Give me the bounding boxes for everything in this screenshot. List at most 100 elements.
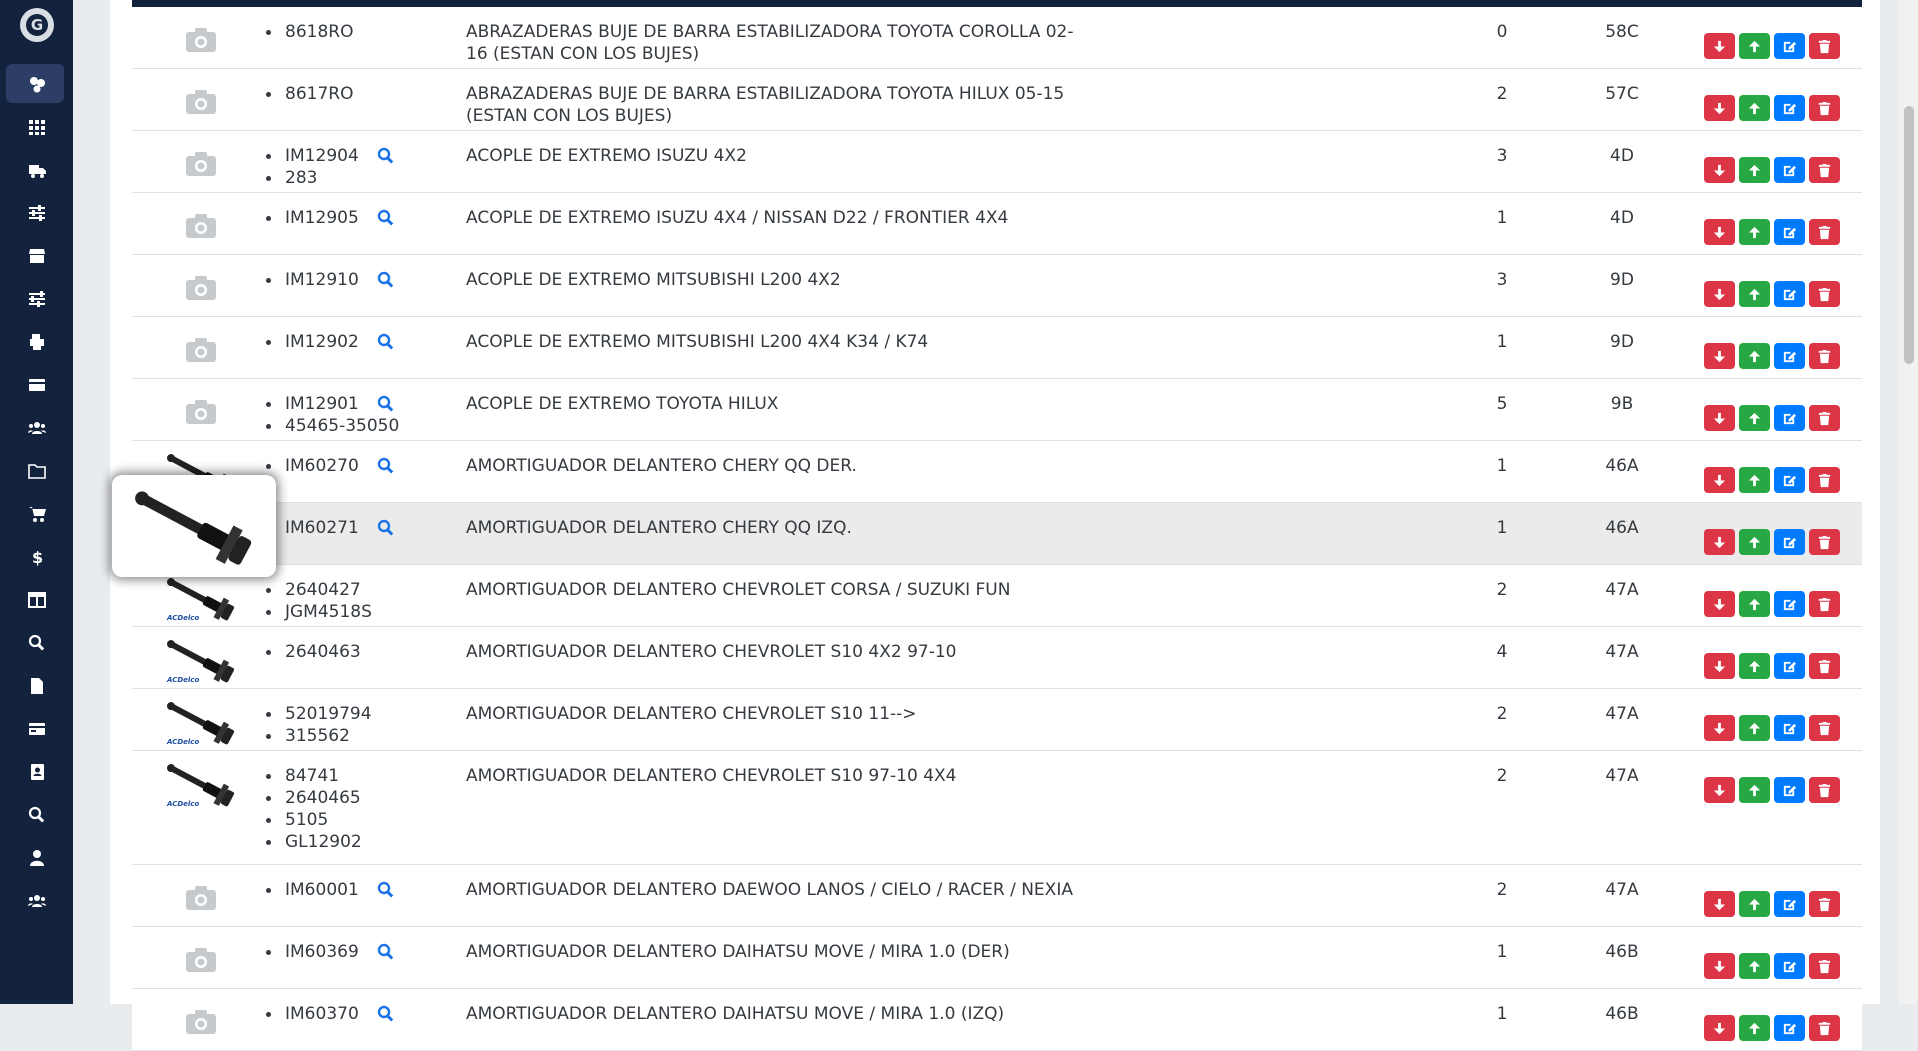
table-row[interactable]: IM12901 45465-35050 ACOPLE DE EXTREMO TOYO… <box>132 379 1862 441</box>
stock-out-button[interactable] <box>1704 777 1735 803</box>
edit-button[interactable] <box>1774 715 1805 741</box>
sidebar-item-search-alt[interactable] <box>0 793 73 836</box>
table-row[interactable]: ACDelco 2640463 AMORTIGUADOR DELANTERO CHE… <box>132 627 1862 689</box>
edit-button[interactable] <box>1774 95 1805 121</box>
stock-in-button[interactable] <box>1739 891 1770 917</box>
product-thumbnail[interactable] <box>160 15 242 65</box>
sidebar-item-grid[interactable] <box>0 105 73 148</box>
stock-in-button[interactable] <box>1739 953 1770 979</box>
edit-button[interactable] <box>1774 1015 1805 1041</box>
product-thumbnail[interactable] <box>160 201 242 251</box>
table-row[interactable]: ACDelco 52019794 315562 AMORTIGUADOR DELANT… <box>132 689 1862 751</box>
product-thumbnail[interactable] <box>160 139 242 189</box>
product-thumbnail[interactable] <box>160 77 242 127</box>
table-row[interactable]: 8617RO ABRAZADERAS BUJE DE BARRA ESTABILI… <box>132 69 1862 131</box>
search-icon[interactable] <box>377 1005 395 1023</box>
edit-button[interactable] <box>1774 157 1805 183</box>
edit-button[interactable] <box>1774 219 1805 245</box>
table-row[interactable]: IM60001 AMORTIGUADOR DELANTERO DAEWOO LAN… <box>132 865 1862 927</box>
product-thumbnail[interactable] <box>160 325 242 375</box>
stock-in-button[interactable] <box>1739 343 1770 369</box>
sidebar-item-cart[interactable] <box>0 492 73 535</box>
table-row[interactable]: ACDelcoIM60270AMORTIGUADOR DELANTERO CHE… <box>132 441 1862 503</box>
product-thumbnail[interactable]: ACDelco <box>160 759 242 809</box>
edit-button[interactable] <box>1774 953 1805 979</box>
stock-out-button[interactable] <box>1704 405 1735 431</box>
stock-out-button[interactable] <box>1704 219 1735 245</box>
search-icon[interactable] <box>377 271 395 289</box>
delete-button[interactable] <box>1809 33 1840 59</box>
table-row[interactable]: ACDelco 84741 2640465 5105 GL12902 AMORTIGUAD… <box>132 751 1862 865</box>
delete-button[interactable] <box>1809 591 1840 617</box>
sidebar-item-dollar[interactable]: $ <box>0 535 73 578</box>
search-icon[interactable] <box>377 333 395 351</box>
product-thumbnail[interactable] <box>160 935 242 985</box>
stock-in-button[interactable] <box>1739 219 1770 245</box>
sidebar-item-search[interactable] <box>0 621 73 664</box>
logo[interactable]: G <box>20 8 54 42</box>
delete-button[interactable] <box>1809 653 1840 679</box>
stock-in-button[interactable] <box>1739 33 1770 59</box>
sidebar-item-users[interactable] <box>0 406 73 449</box>
stock-in-button[interactable] <box>1739 157 1770 183</box>
stock-out-button[interactable] <box>1704 591 1735 617</box>
delete-button[interactable] <box>1809 777 1840 803</box>
product-thumbnail[interactable] <box>160 387 242 437</box>
stock-out-button[interactable] <box>1704 343 1735 369</box>
search-icon[interactable] <box>377 457 395 475</box>
edit-button[interactable] <box>1774 281 1805 307</box>
stock-in-button[interactable] <box>1739 95 1770 121</box>
table-row[interactable]: IM60370 AMORTIGUADOR DELANTERO DAIHATSU M… <box>132 989 1862 1051</box>
sidebar-item-sliders[interactable] <box>0 191 73 234</box>
stock-out-button[interactable] <box>1704 467 1735 493</box>
sidebar-item-folder[interactable] <box>0 449 73 492</box>
edit-button[interactable] <box>1774 591 1805 617</box>
stock-out-button[interactable] <box>1704 95 1735 121</box>
delete-button[interactable] <box>1809 95 1840 121</box>
stock-in-button[interactable] <box>1739 281 1770 307</box>
stock-in-button[interactable] <box>1739 715 1770 741</box>
delete-button[interactable] <box>1809 157 1840 183</box>
sidebar-item-user[interactable] <box>0 836 73 879</box>
stock-in-button[interactable] <box>1739 1015 1770 1041</box>
table-row[interactable]: IM60369 AMORTIGUADOR DELANTERO DAIHATSU M… <box>132 927 1862 989</box>
edit-button[interactable] <box>1774 33 1805 59</box>
sidebar-item-address-book[interactable] <box>0 750 73 793</box>
delete-button[interactable] <box>1809 281 1840 307</box>
delete-button[interactable] <box>1809 715 1840 741</box>
table-row[interactable]: IM12902 ACOPLE DE EXTREMO MITSUBISHI L200… <box>132 317 1862 379</box>
delete-button[interactable] <box>1809 953 1840 979</box>
sidebar-item-sliders-alt[interactable] <box>0 277 73 320</box>
stock-in-button[interactable] <box>1739 467 1770 493</box>
search-icon[interactable] <box>377 943 395 961</box>
edit-button[interactable] <box>1774 467 1805 493</box>
table-row[interactable]: ACDelcoIM60271AMORTIGUADOR DELANTERO CHE… <box>132 503 1862 565</box>
table-row[interactable]: ACDelco 2640427 JGM4518S AMORTIGUADOR DELAN… <box>132 565 1862 627</box>
search-icon[interactable] <box>377 147 395 165</box>
delete-button[interactable] <box>1809 529 1840 555</box>
edit-button[interactable] <box>1774 405 1805 431</box>
table-row[interactable]: 8618RO ABRAZADERAS BUJE DE BARRA ESTABILI… <box>132 7 1862 69</box>
product-thumbnail[interactable]: ACDelco <box>160 697 242 747</box>
search-icon[interactable] <box>377 395 395 413</box>
stock-out-button[interactable] <box>1704 157 1735 183</box>
sidebar-item-table[interactable] <box>0 578 73 621</box>
sidebar-item-card[interactable] <box>0 363 73 406</box>
product-thumbnail[interactable]: ACDelco <box>160 573 242 623</box>
sidebar-item-card-alt[interactable] <box>0 707 73 750</box>
sidebar-item-store[interactable] <box>0 234 73 277</box>
stock-out-button[interactable] <box>1704 281 1735 307</box>
scrollbar-thumb[interactable] <box>1904 106 1914 364</box>
stock-out-button[interactable] <box>1704 1015 1735 1041</box>
stock-in-button[interactable] <box>1739 405 1770 431</box>
edit-button[interactable] <box>1774 891 1805 917</box>
stock-out-button[interactable] <box>1704 891 1735 917</box>
delete-button[interactable] <box>1809 467 1840 493</box>
stock-out-button[interactable] <box>1704 953 1735 979</box>
product-thumbnail[interactable]: ACDelco <box>160 635 242 685</box>
sidebar-item-users-alt[interactable] <box>0 879 73 922</box>
product-thumbnail[interactable] <box>160 873 242 923</box>
search-icon[interactable] <box>377 881 395 899</box>
table-row[interactable]: IM12904 283 ACOPLE DE EXTREMO ISUZU 4X2 3 4D <box>132 131 1862 193</box>
delete-button[interactable] <box>1809 343 1840 369</box>
